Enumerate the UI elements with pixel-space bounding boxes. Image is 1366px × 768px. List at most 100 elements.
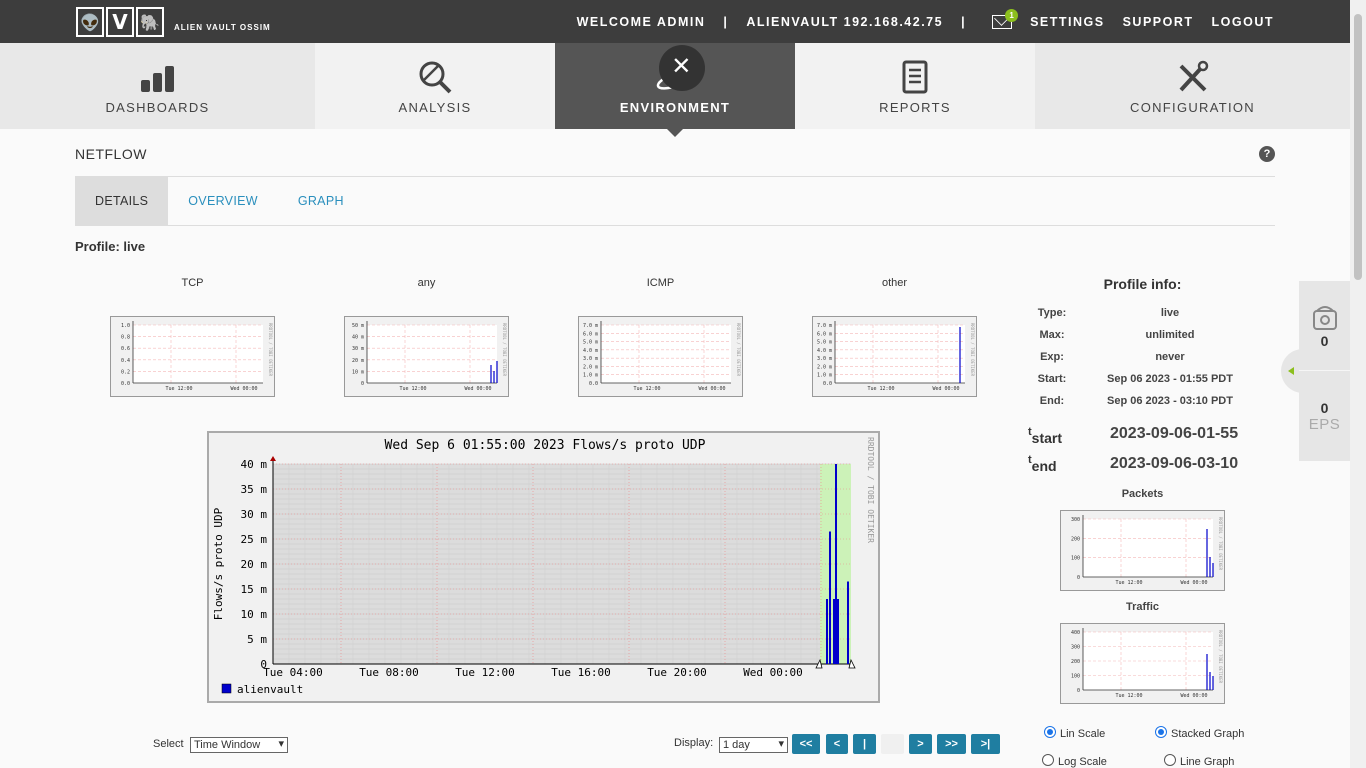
plot-area: [601, 325, 731, 383]
x-tick-label: Tue 12:00: [165, 386, 192, 392]
lin-scale-radio[interactable]: [1044, 726, 1056, 738]
eps-label: EPS: [1308, 415, 1341, 433]
tools-icon: [1175, 58, 1211, 94]
y-tick-label: 100: [1071, 556, 1080, 562]
prev-button[interactable]: <: [826, 734, 848, 754]
support-link[interactable]: SUPPORT: [1123, 15, 1194, 29]
scrollbar-thumb[interactable]: [1354, 14, 1362, 280]
legend-label: alienvault: [237, 683, 303, 696]
x-tick-label: Tue 12:00: [633, 386, 660, 392]
packets-graph[interactable]: 300 200 100 0 Tue 12:00 Wed 00:00 RRDTOOL / TO…: [1060, 510, 1225, 591]
help-icon[interactable]: ?: [1259, 146, 1275, 162]
close-icon[interactable]: ✕: [659, 45, 705, 91]
thumb-chart: 7.0 m 6.0 m 5.0 m 4.0 m 3.0 m 2.0 m 1.0 m 0.0 Tu…: [817, 321, 975, 392]
y-tick-label: 1.0 m: [583, 373, 598, 379]
info-key-exp: Exp:: [1040, 351, 1064, 363]
log-scale-radio[interactable]: [1042, 754, 1054, 766]
y-tick-label: 300: [1071, 645, 1080, 651]
rrdtool-label: RRDTOOL / TOBI OETIKER: [268, 323, 273, 377]
y-tick-label: 3.0 m: [817, 356, 832, 362]
rrdtool-label: RRDTOOL / TOBI OETIKER: [736, 323, 741, 377]
thumb-graph-tcp[interactable]: 1.0 0.8 0.6 0.4 0.2 0.0 Tue 12:00 Wed 00:00 RRDT…: [110, 316, 275, 397]
plot-area: [367, 325, 497, 383]
y-tick-label: 100: [1071, 674, 1080, 680]
rrdtool-label: RRDTOOL / TOBI OETIKER: [970, 323, 975, 377]
flows-udp-graph: 40 m 35 m 30 m 25 m 20 m 15 m 10 m5 m 0 Tue 04:0…: [207, 431, 880, 703]
alienvault-logo[interactable]: 👽 V 🐘 ALIEN VAULT OSSIM: [76, 7, 271, 37]
y-tick-label: 2.0 m: [817, 364, 832, 370]
thumb-title-icmp: ICMP: [646, 277, 675, 289]
traffic-graph[interactable]: 400 300 200 100 0 Tue 12:00 Wed 00:00 RRDTOOL /…: [1060, 623, 1225, 704]
disk-icon: [1312, 305, 1337, 330]
nav-label: CONFIGURATION: [1130, 100, 1255, 115]
nav-environment[interactable]: ✕ ENVIRONMENT: [555, 43, 795, 137]
separator: |: [961, 14, 967, 29]
thumb-chart: 400 300 200 100 0 Tue 12:00 Wed 00:00 RRDTOOL /…: [1071, 628, 1223, 699]
plot-area: [1083, 519, 1213, 577]
y-tick-label: 10 m: [241, 608, 268, 621]
stacked-graph-radio[interactable]: [1155, 726, 1167, 738]
lin-scale-label: Lin Scale: [1060, 728, 1106, 740]
x-tick-label: Tue 12:00: [1115, 580, 1142, 586]
logo-alien-mark: 👽: [76, 7, 104, 37]
display-range-select[interactable]: 1 day: [719, 737, 788, 753]
info-value-exp: never: [1155, 351, 1185, 363]
separator: |: [723, 14, 729, 29]
info-key-type: Type:: [1037, 307, 1067, 319]
thumb-graph-icmp[interactable]: 7.0 m 6.0 m 5.0 m 4.0 m 3.0 m 2.0 m 1.0 m 0.0 Tu…: [578, 316, 743, 397]
last-page-button[interactable]: >|: [971, 734, 1000, 754]
top-right-menu: WELCOME ADMIN | ALIENVAULT 192.168.42.75…: [559, 0, 1274, 43]
nav-label: ENVIRONMENT: [619, 100, 731, 115]
x-tick-label: Wed 00:00: [743, 666, 803, 679]
x-tick-label: Wed 00:00: [1180, 580, 1207, 586]
page-scrollbar[interactable]: [1350, 0, 1366, 768]
y-tick-label: 0.8: [121, 335, 130, 341]
packets-title: Packets: [1121, 488, 1164, 500]
legend-swatch: [221, 683, 232, 694]
envelope-icon[interactable]: 1: [992, 8, 1019, 29]
y-axis-label: Flows/s proto UDP: [212, 507, 225, 620]
thumb-chart: 300 200 100 0 Tue 12:00 Wed 00:00 RRDTOOL / TO…: [1071, 515, 1223, 586]
x-tick-label: Wed 00:00: [932, 386, 959, 392]
cursor-button[interactable]: |: [853, 734, 876, 754]
thumb-graph-other[interactable]: 7.0 m 6.0 m 5.0 m 4.0 m 3.0 m 2.0 m 1.0 m 0.0 Tu…: [812, 316, 977, 397]
tab-details[interactable]: DETAILS: [75, 177, 169, 225]
y-tick-label: 0: [1077, 688, 1080, 694]
nav-label: REPORTS: [879, 100, 951, 115]
system-status-widget[interactable]: 0 0 EPS: [1299, 281, 1350, 461]
y-tick-label: 50 m: [352, 323, 364, 329]
y-tick-label: 35 m: [241, 483, 268, 496]
y-tick-label: 6.0 m: [817, 331, 832, 337]
nav-configuration[interactable]: CONFIGURATION: [1035, 43, 1350, 129]
logout-link[interactable]: LOGOUT: [1212, 15, 1274, 29]
stacked-graph-label: Stacked Graph: [1171, 728, 1245, 740]
info-key-max: Max:: [1039, 329, 1065, 341]
settings-link[interactable]: SETTINGS: [1030, 15, 1105, 29]
next-button[interactable]: >: [909, 734, 932, 754]
thumb-graph-any[interactable]: 50 m 40 m 30 m 20 m 10 m 0 Tue 12:00 Wed 00:00 R…: [344, 316, 509, 397]
thumb-title-tcp: TCP: [181, 277, 204, 289]
rrdtool-label: RRDTOOL / TOBI OETIKER: [1218, 517, 1223, 571]
line-graph-radio[interactable]: [1164, 754, 1176, 766]
display-label: Display:: [674, 737, 714, 749]
page-title: NETFLOW: [75, 146, 147, 162]
thumb-chart: 7.0 m 6.0 m 5.0 m 4.0 m 3.0 m 2.0 m 1.0 m 0.0 Tu…: [583, 321, 741, 392]
y-tick-label: 0: [1077, 575, 1080, 581]
disk-status: 0: [1299, 281, 1350, 371]
x-tick-label: Tue 12:00: [455, 666, 515, 679]
disabled-button: [881, 734, 904, 754]
y-tick-label: 200: [1071, 536, 1080, 542]
nav-reports[interactable]: REPORTS: [795, 43, 1035, 129]
tab-overview[interactable]: OVERVIEW: [168, 177, 278, 225]
tab-graph[interactable]: GRAPH: [278, 177, 364, 225]
nav-analysis[interactable]: ANALYSIS: [315, 43, 555, 129]
x-tick-label: Tue 04:00: [263, 666, 323, 679]
data-bar: [833, 599, 835, 664]
nav-label: ANALYSIS: [398, 100, 472, 115]
rrdtool-label: RRDTOOL / TOBI OETIKER: [1218, 630, 1223, 684]
nav-dashboards[interactable]: DASHBOARDS: [0, 43, 315, 129]
fast-forward-button[interactable]: >>: [937, 734, 966, 754]
time-window-select[interactable]: Time Window: [190, 737, 288, 753]
first-page-button[interactable]: <<: [792, 734, 820, 754]
y-tick-label: 7.0 m: [583, 323, 598, 329]
